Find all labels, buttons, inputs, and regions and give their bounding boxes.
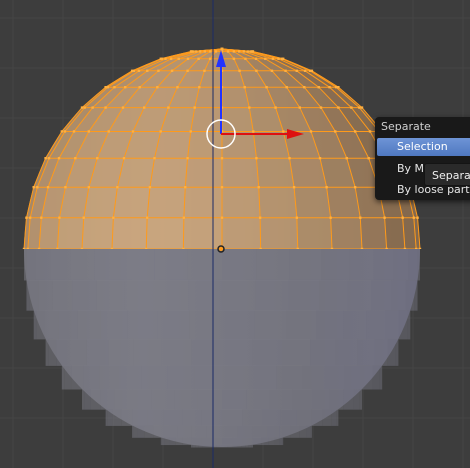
3d-viewport[interactable]: Separate Selection By Material By loose … bbox=[0, 0, 470, 468]
menu-item-label: Selection bbox=[397, 140, 448, 153]
viewport-scene[interactable] bbox=[0, 0, 470, 468]
menu-title: Separate bbox=[381, 120, 431, 133]
menu-item-selection[interactable]: Selection bbox=[377, 138, 470, 156]
separate-menu: Separate Selection By Material By loose … bbox=[375, 117, 470, 200]
tooltip: Separate bbox=[424, 163, 470, 186]
